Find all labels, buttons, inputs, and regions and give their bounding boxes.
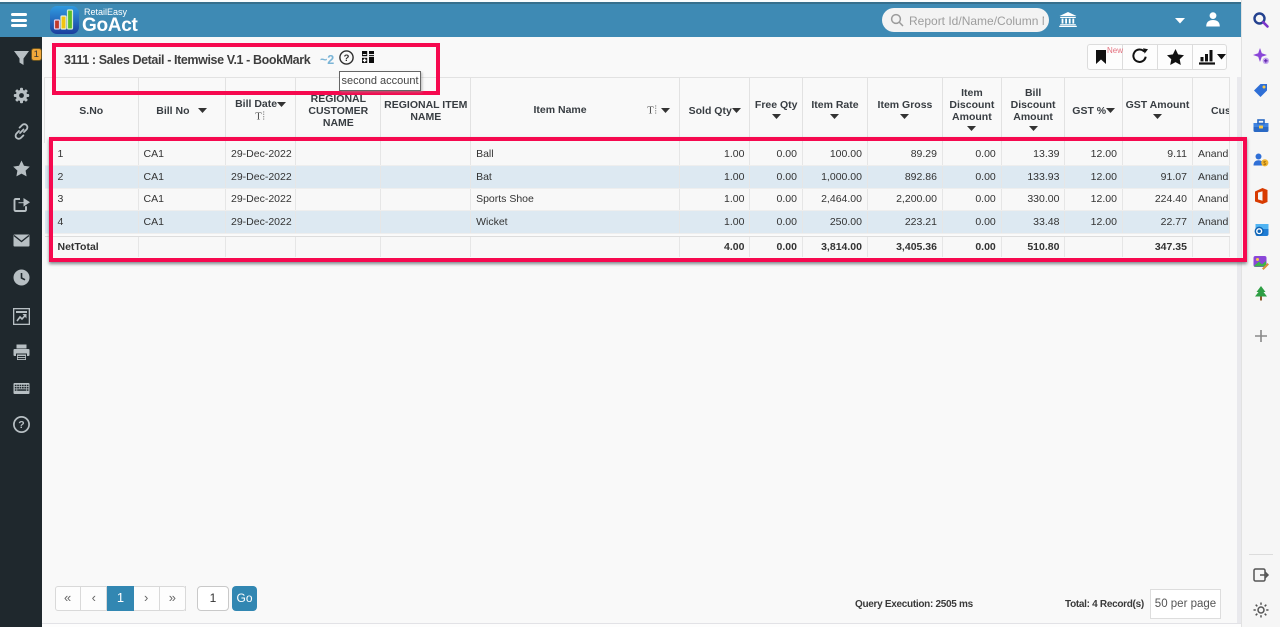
svg-text:$: $ [1263,161,1266,167]
svg-text:?: ? [18,419,24,431]
svg-text:T: T [255,112,262,122]
svg-text:T: T [647,106,654,116]
